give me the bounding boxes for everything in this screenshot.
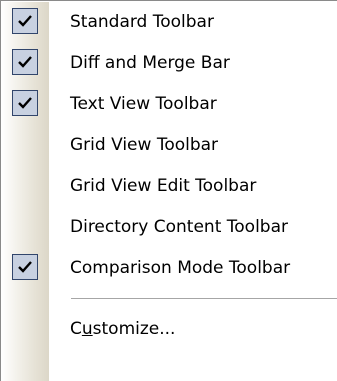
- customize-label-start: C: [70, 319, 82, 339]
- checked-indicator: [12, 254, 38, 280]
- menu-item-label: Grid View Toolbar: [70, 135, 219, 155]
- menu-item-label: Comparison Mode Toolbar: [70, 258, 291, 278]
- menu-item-label: Directory Content Toolbar: [70, 217, 288, 237]
- check-slot: [2, 250, 49, 286]
- check-slot: [2, 127, 49, 163]
- checked-indicator: [12, 8, 38, 34]
- check-slot: [2, 168, 49, 204]
- checkmark-icon: [18, 15, 32, 27]
- menu-item-label: Diff and Merge Bar: [70, 53, 230, 73]
- menu-item-label: Customize...: [49, 319, 175, 339]
- menu-separator: [71, 298, 337, 299]
- menu-item-grid-view-edit-toolbar[interactable]: Grid View Edit Toolbar: [2, 168, 337, 204]
- checkmark-icon: [18, 97, 32, 109]
- customize-accelerator-key: u: [81, 319, 93, 339]
- menu-item-diff-and-merge-bar[interactable]: Diff and Merge Bar: [2, 45, 337, 81]
- menu-item-label: Standard Toolbar: [70, 12, 214, 32]
- checkmark-icon: [18, 261, 32, 273]
- menu-item-standard-toolbar[interactable]: Standard Toolbar: [2, 4, 337, 40]
- customize-label-end: stomize...: [92, 319, 176, 339]
- menu-item-grid-view-toolbar[interactable]: Grid View Toolbar: [2, 127, 337, 163]
- menu-item-directory-content-toolbar[interactable]: Directory Content Toolbar: [2, 209, 337, 245]
- checkmark-icon: [18, 56, 32, 68]
- check-slot: [2, 4, 49, 40]
- checked-indicator: [12, 90, 38, 116]
- check-slot: [2, 311, 49, 347]
- toolbars-context-menu: Standard Toolbar Diff and Merge Bar Text…: [0, 0, 337, 381]
- menu-item-label: Text View Toolbar: [70, 94, 217, 114]
- menu-item-label: Grid View Edit Toolbar: [70, 176, 257, 196]
- check-slot: [2, 86, 49, 122]
- menu-item-customize[interactable]: Customize...: [2, 311, 337, 347]
- check-slot: [2, 209, 49, 245]
- check-slot: [2, 45, 49, 81]
- checked-indicator: [12, 49, 38, 75]
- menu-item-comparison-mode-toolbar[interactable]: Comparison Mode Toolbar: [2, 250, 337, 286]
- menu-item-text-view-toolbar[interactable]: Text View Toolbar: [2, 86, 337, 122]
